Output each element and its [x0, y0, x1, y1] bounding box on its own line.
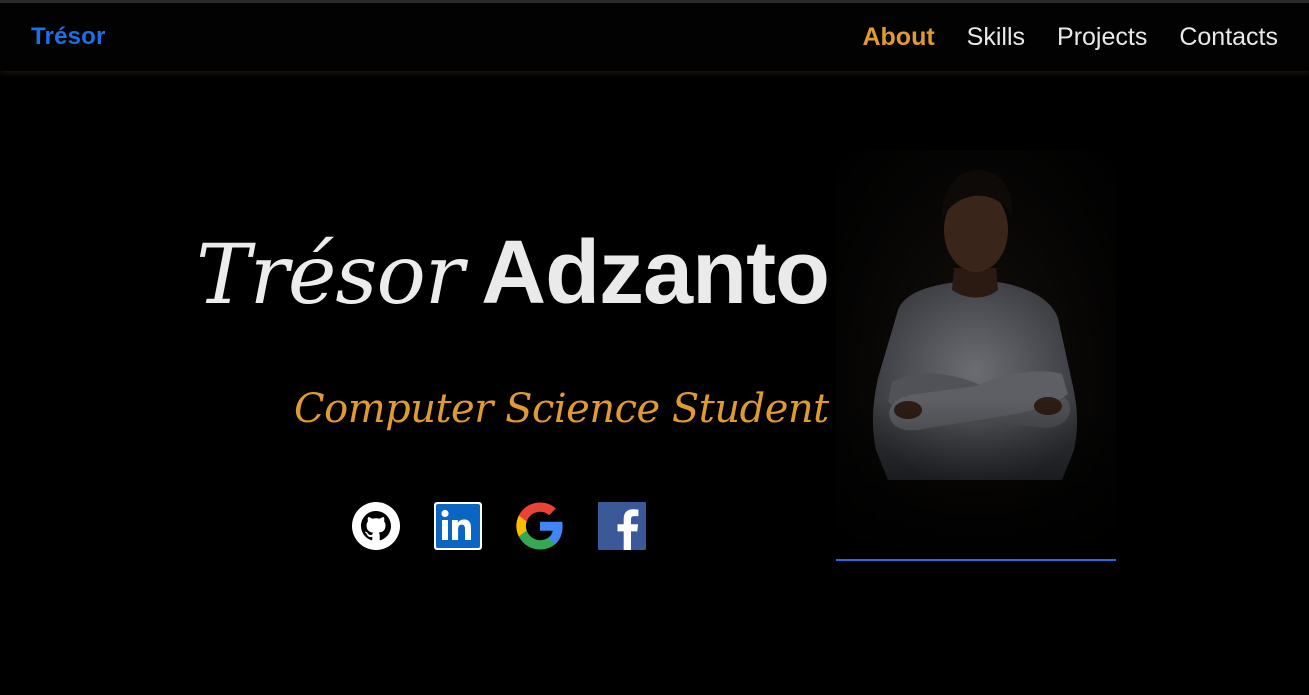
hero-last-name: Adzanto: [481, 223, 830, 323]
hero-first-name: Trésor: [196, 228, 464, 323]
person-portrait-illustration: [836, 170, 1116, 560]
github-icon: [352, 502, 400, 550]
nav-link-about[interactable]: About: [862, 22, 934, 52]
hero-subtitle: Computer Science Student: [294, 386, 829, 432]
hero-name: Trésor Adzanto: [196, 222, 830, 325]
google-link[interactable]: [516, 502, 564, 550]
brand-logo-link[interactable]: Trésor: [31, 23, 106, 51]
facebook-link[interactable]: [598, 502, 646, 550]
profile-photo: [836, 150, 1116, 560]
nav-link-skills[interactable]: Skills: [967, 22, 1025, 52]
linkedin-link[interactable]: [434, 502, 482, 550]
nav-links: About Skills Projects Contacts: [862, 22, 1278, 52]
social-links: [352, 502, 646, 550]
photo-underline-accent: [836, 559, 1116, 561]
facebook-icon: [598, 502, 646, 550]
nav-link-contacts[interactable]: Contacts: [1179, 22, 1278, 52]
linkedin-icon: [434, 502, 482, 550]
nav-link-projects[interactable]: Projects: [1057, 22, 1147, 52]
navbar: Trésor About Skills Projects Contacts: [0, 3, 1309, 71]
github-link[interactable]: [352, 502, 400, 550]
google-icon: [516, 502, 563, 550]
